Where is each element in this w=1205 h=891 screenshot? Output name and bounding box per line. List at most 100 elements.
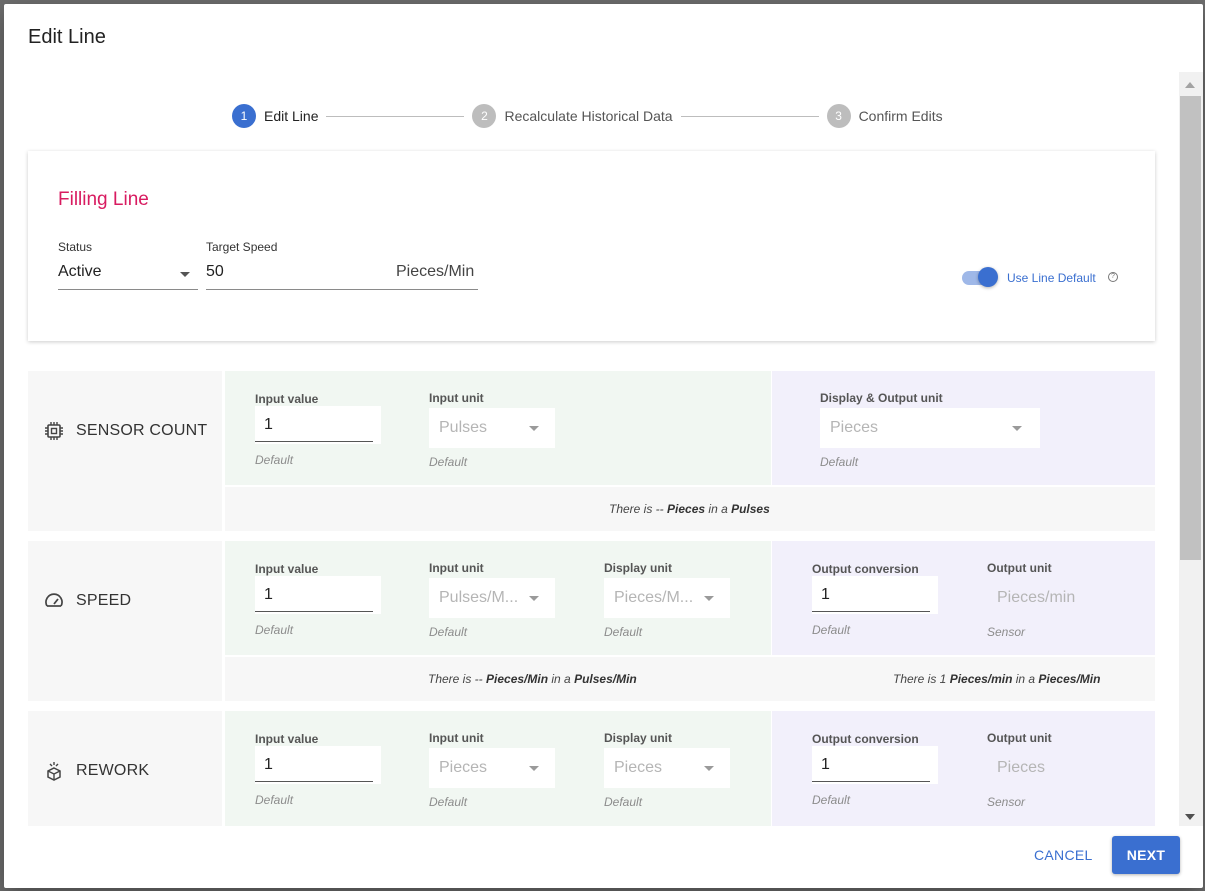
conversion-note-input: There is -- Pieces/Min in a Pulses/Min xyxy=(428,672,637,686)
step-connector xyxy=(326,115,465,117)
input-unit-value: Pieces xyxy=(439,759,488,776)
output-conversion-hint: Default xyxy=(812,623,851,637)
conversion-note-output: There is 1 Pieces/min in a Pieces/Min xyxy=(893,672,1101,686)
scroll-thumb[interactable] xyxy=(1180,96,1201,560)
output-unit-label: Output unit xyxy=(987,731,1052,745)
output-panel: Display & Output unit Pieces Default xyxy=(772,371,1155,485)
step-number: 1 xyxy=(232,104,256,128)
input-unit-select[interactable]: Pulses/M... xyxy=(429,578,555,618)
line-settings-card: Filling Line Status Active Target Speed … xyxy=(28,151,1155,341)
step-label: Recalculate Historical Data xyxy=(504,108,673,124)
output-conversion-field[interactable]: 1 xyxy=(812,746,938,784)
input-value-hint: Default xyxy=(255,793,294,807)
display-unit-label: Display unit xyxy=(604,561,673,575)
input-value-field[interactable]: 1 xyxy=(255,746,381,784)
input-unit-label: Input unit xyxy=(429,731,484,745)
target-speed-value: 50 xyxy=(206,263,224,280)
input-value-hint: Default xyxy=(255,453,294,467)
step-edit-line[interactable]: 1 Edit Line xyxy=(232,104,318,128)
input-unit-value: Pulses xyxy=(439,419,488,436)
metric-header: SENSOR COUNT xyxy=(28,371,222,531)
input-value-label: Input value xyxy=(255,392,319,406)
scroll-down-arrow-icon[interactable] xyxy=(1185,814,1195,820)
help-icon[interactable]: ? xyxy=(1108,272,1118,282)
status-underline xyxy=(58,289,198,290)
output-conversion-hint: Default xyxy=(812,793,851,807)
display-unit-hint: Default xyxy=(604,795,643,809)
output-conversion-field[interactable]: 1 xyxy=(812,576,938,614)
step-recalculate[interactable]: 2 Recalculate Historical Data xyxy=(472,104,673,128)
input-value-field[interactable]: 1 xyxy=(255,576,381,614)
input-unit-value: Pulses/M... xyxy=(439,589,519,606)
toggle-knob[interactable] xyxy=(978,267,998,287)
output-unit-hint: Default xyxy=(820,455,859,469)
step-connector xyxy=(680,115,819,117)
output-unit-hint: Sensor xyxy=(987,625,1026,639)
use-line-default-label: Use Line Default xyxy=(1007,271,1096,285)
scroll-up-arrow-icon[interactable] xyxy=(1185,82,1195,88)
step-label: Confirm Edits xyxy=(858,108,943,124)
input-unit-select[interactable]: Pieces xyxy=(429,748,555,788)
input-unit-hint: Default xyxy=(429,455,468,469)
next-button[interactable]: NEXT xyxy=(1112,836,1180,874)
input-value-hint: Default xyxy=(255,623,294,637)
conversion-note-row: There is -- Pieces/Min in a Pulses/Min T… xyxy=(225,657,1155,701)
output-unit-value: Pieces xyxy=(997,759,1046,776)
output-panel: Output conversion 1 Default Output unit … xyxy=(772,541,1155,655)
output-unit-select[interactable]: Pieces xyxy=(820,408,1040,448)
speedometer-icon xyxy=(45,593,63,607)
output-unit-hint: Sensor xyxy=(987,795,1026,809)
step-number: 2 xyxy=(472,104,497,128)
display-unit-value: Pieces/M... xyxy=(614,589,694,606)
input-unit-hint: Default xyxy=(429,795,468,809)
target-speed-unit: Pieces/Min xyxy=(396,263,475,280)
display-unit-hint: Default xyxy=(604,625,643,639)
status-select[interactable]: Active xyxy=(58,257,198,291)
display-unit-label: Display unit xyxy=(604,731,673,745)
target-speed-underline xyxy=(206,289,478,290)
content-scrollbar[interactable] xyxy=(1179,72,1203,826)
input-unit-select[interactable]: Pulses xyxy=(429,408,555,448)
input-value-label: Input value xyxy=(255,562,319,576)
conversion-note: There is -- Pieces in a Pulses xyxy=(609,502,770,516)
output-unit-value: Pieces xyxy=(830,419,879,436)
chevron-down-icon xyxy=(529,766,539,771)
chevron-down-icon xyxy=(1012,426,1022,431)
input-unit-label: Input unit xyxy=(429,561,484,575)
input-value-field[interactable]: 1 xyxy=(255,406,381,444)
input-panel: Input value 1 Default Input unit Pulses … xyxy=(225,371,771,485)
step-confirm[interactable]: 3 Confirm Edits xyxy=(826,104,943,128)
metric-name: REWORK xyxy=(76,762,150,779)
input-value: 1 xyxy=(264,756,273,773)
metric-speed: SPEED Input value 1 Default Input unit P… xyxy=(28,541,1155,701)
input-value-label: Input value xyxy=(255,732,319,746)
chip-icon xyxy=(45,422,63,440)
status-value: Active xyxy=(58,263,102,280)
chevron-down-icon xyxy=(529,596,539,601)
chevron-down-icon xyxy=(704,766,714,771)
cancel-button[interactable]: CANCEL xyxy=(1034,847,1093,863)
output-conversion-label: Output conversion xyxy=(812,732,919,746)
line-name: Filling Line xyxy=(58,189,149,210)
input-value: 1 xyxy=(264,586,273,603)
dialog-title: Edit Line xyxy=(28,26,106,48)
input-panel: Input value 1 Default Input unit Pieces … xyxy=(225,711,771,826)
conversion-note-row: There is -- Pieces in a Pulses xyxy=(225,487,1155,531)
input-unit-hint: Default xyxy=(429,625,468,639)
display-unit-select[interactable]: Pieces xyxy=(604,748,730,788)
output-unit-label: Output unit xyxy=(987,561,1052,575)
chevron-down-icon xyxy=(180,272,190,277)
output-conversion-label: Output conversion xyxy=(812,562,919,576)
input-value: 1 xyxy=(264,416,273,433)
chevron-down-icon xyxy=(529,426,539,431)
output-unit-value: Pieces/min xyxy=(997,589,1076,606)
display-unit-value: Pieces xyxy=(614,759,663,776)
metric-name: SENSOR COUNT xyxy=(76,422,208,439)
metric-header: REWORK xyxy=(28,711,222,826)
chevron-down-icon xyxy=(704,596,714,601)
target-speed-input[interactable]: 50 Pieces/Min xyxy=(206,257,478,291)
metric-rework: REWORK Input value 1 Default Input unit … xyxy=(28,711,1155,826)
display-unit-select[interactable]: Pieces/M... xyxy=(604,578,730,618)
output-unit-label: Display & Output unit xyxy=(820,391,943,405)
metric-header: SPEED xyxy=(28,541,222,701)
